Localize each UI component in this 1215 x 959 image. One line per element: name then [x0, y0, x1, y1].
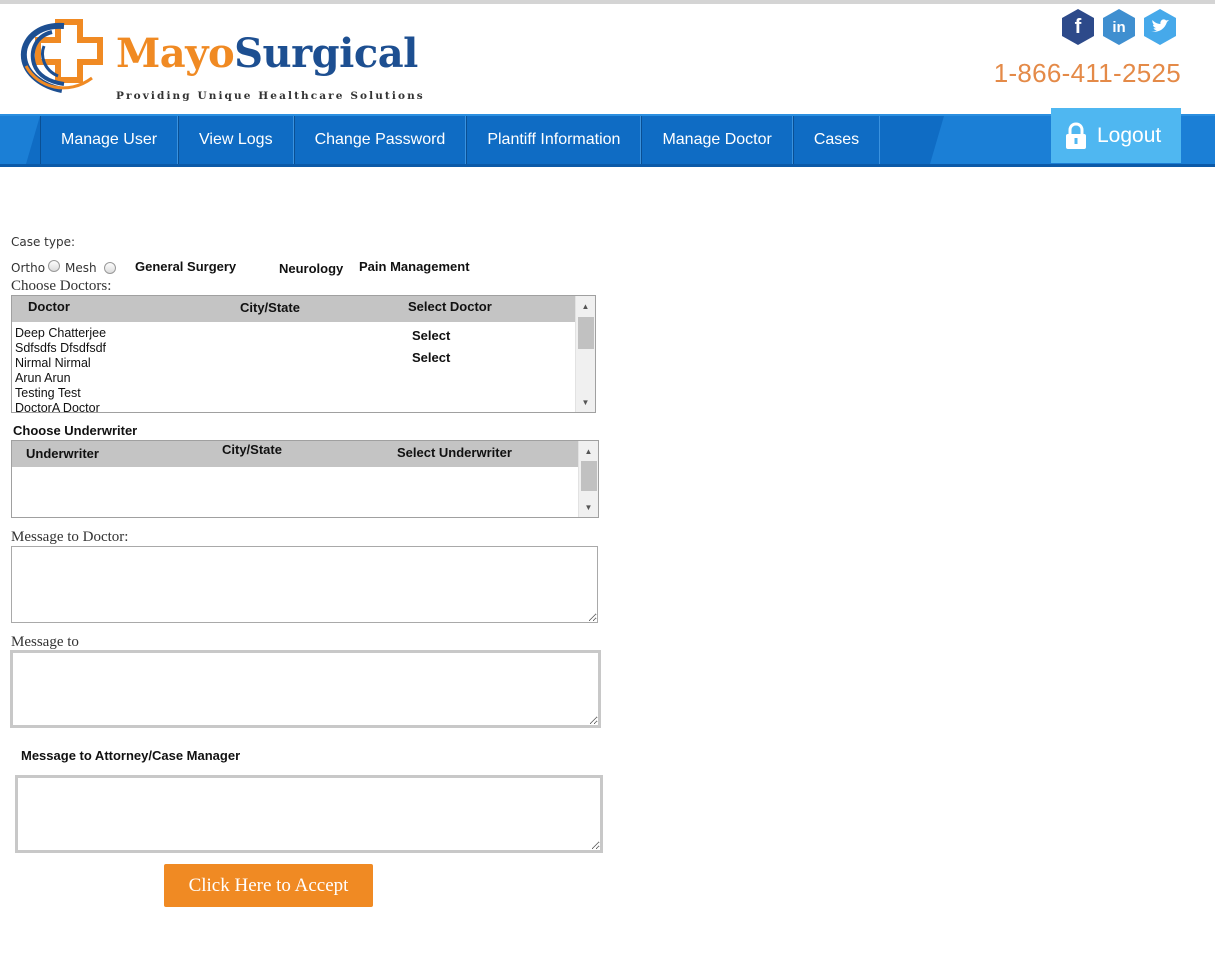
select-doctor-column-header: Select Doctor	[408, 299, 492, 314]
ortho-label: Ortho	[11, 261, 46, 275]
scroll-up-icon[interactable]: ▲	[576, 298, 595, 314]
linkedin-icon[interactable]: in	[1101, 8, 1137, 46]
case-type-label: Case type:	[11, 235, 76, 249]
nav-cases[interactable]: Cases	[792, 116, 881, 164]
select-doctor-link[interactable]: Select	[412, 350, 450, 365]
underwriter-list-scrollbar[interactable]: ▲ ▼	[578, 441, 598, 517]
city-state-column-header: City/State	[222, 442, 282, 457]
nav-plantiff-information[interactable]: Plantiff Information	[466, 116, 642, 164]
lock-icon	[1066, 121, 1086, 149]
logo-cross-icon	[20, 19, 103, 93]
message-to-label: Message to	[11, 634, 79, 650]
doctor-row[interactable]: DoctorA Doctor	[15, 401, 100, 415]
logo-tagline: Providing Unique Healthcare Solutions	[116, 90, 425, 102]
mesh-label: Mesh	[65, 261, 97, 275]
doctor-row[interactable]: Sdfsdfs Dfsdfsdf	[15, 341, 106, 355]
logout-button[interactable]: Logout	[1051, 108, 1181, 163]
select-doctor-link[interactable]: Select	[412, 328, 450, 343]
neurology-label: Neurology	[279, 261, 344, 276]
ortho-radio[interactable]	[48, 260, 60, 272]
doctor-row[interactable]: Nirmal Nirmal	[15, 356, 91, 370]
doctor-row[interactable]: Arun Arun	[15, 371, 71, 385]
choose-underwriter-label: Choose Underwriter	[13, 423, 138, 438]
underwriter-list[interactable]: Underwriter City/State Select Underwrite…	[11, 440, 599, 518]
doctor-list-header: Doctor City/State Select Doctor	[12, 296, 576, 322]
logo-mayo-text: Mayo	[116, 30, 235, 77]
nav-menu: Manage User View Logs Change Password Pl…	[40, 116, 881, 164]
general-surgery-label: General Surgery	[135, 259, 237, 274]
twitter-icon[interactable]	[1142, 8, 1178, 46]
nav-manage-user[interactable]: Manage User	[40, 116, 179, 164]
logo-wordmark: MayoSurgical	[116, 34, 418, 74]
scroll-down-icon[interactable]: ▼	[579, 499, 598, 515]
facebook-glyph: f	[1074, 15, 1082, 38]
accept-button[interactable]: Click Here to Accept	[164, 864, 373, 907]
scroll-thumb[interactable]	[578, 317, 594, 349]
scroll-down-icon[interactable]: ▼	[576, 394, 595, 410]
main-navbar: Manage User View Logs Change Password Pl…	[0, 114, 1215, 167]
nav-manage-doctor[interactable]: Manage Doctor	[641, 116, 793, 164]
choose-doctors-label: Choose Doctors:	[11, 278, 112, 294]
city-state-column-header: City/State	[240, 300, 300, 315]
nav-change-password[interactable]: Change Password	[293, 116, 467, 164]
doctor-list-scrollbar[interactable]: ▲ ▼	[575, 296, 595, 412]
scroll-up-icon[interactable]: ▲	[579, 443, 598, 459]
doctor-list[interactable]: Doctor City/State Select Doctor Deep Cha…	[11, 295, 596, 415]
underwriter-list-header: Underwriter City/State Select Underwrite…	[12, 441, 579, 467]
scroll-thumb[interactable]	[581, 461, 597, 491]
select-underwriter-column-header: Select Underwriter	[397, 445, 512, 460]
facebook-icon[interactable]: f	[1060, 8, 1096, 46]
doctor-column-header: Doctor	[28, 299, 70, 314]
doctor-row[interactable]: Testing Test	[15, 386, 81, 400]
mayo-surgical-logo[interactable]: MayoSurgical Providing Unique Healthcare…	[18, 16, 423, 106]
logout-label: Logout	[1097, 123, 1162, 147]
mesh-radio[interactable]	[104, 262, 116, 274]
message-to-doctor-label: Message to Doctor:	[11, 529, 129, 545]
logo-surgical-text: Surgical	[234, 30, 418, 77]
nav-view-logs[interactable]: View Logs	[178, 116, 294, 164]
top-border	[0, 0, 1215, 4]
pain-management-label: Pain Management	[359, 259, 470, 274]
underwriter-column-header: Underwriter	[26, 446, 99, 461]
message-to-doctor-textarea[interactable]	[11, 546, 598, 623]
phone-number[interactable]: 1-866-411-2525	[994, 58, 1181, 89]
message-to-textarea[interactable]	[10, 650, 601, 728]
linkedin-glyph: in	[1112, 18, 1126, 36]
message-to-attorney-label: Message to Attorney/Case Manager	[21, 748, 241, 763]
doctor-row[interactable]: Deep Chatterjee	[15, 326, 106, 340]
message-to-attorney-textarea[interactable]	[15, 775, 603, 853]
